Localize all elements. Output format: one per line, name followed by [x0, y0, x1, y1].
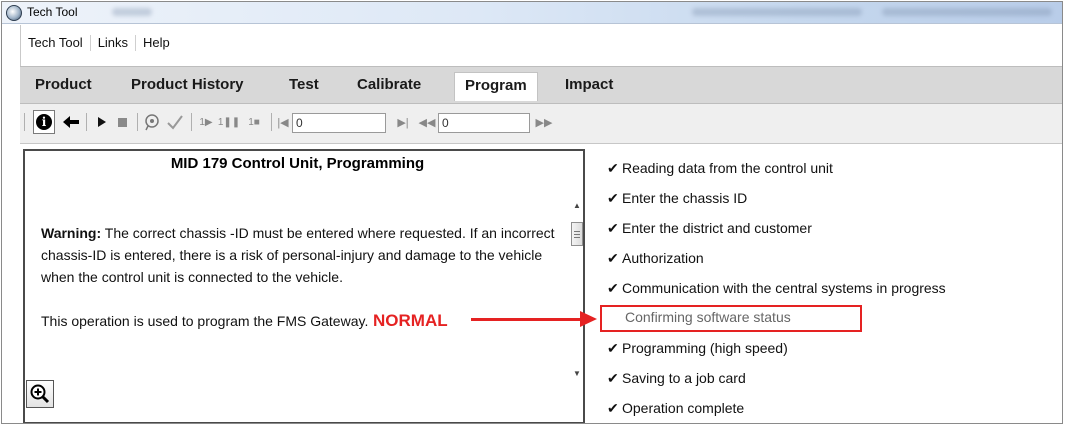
step-label: Reading data from the control unit [622, 160, 833, 176]
step-label: Operation complete [622, 400, 745, 416]
first-icon[interactable]: |◀ [276, 111, 290, 133]
panel-body: Warning: The correct chassis -ID must be… [41, 222, 561, 354]
highlight-box [600, 305, 862, 332]
step-play-icon[interactable]: 1▶ [197, 111, 215, 133]
toolbar-separator [137, 113, 138, 131]
check-icon[interactable] [165, 111, 185, 133]
menu-item-links[interactable]: Links [91, 35, 137, 51]
arrow-head-icon [580, 311, 597, 327]
tab-product-history[interactable]: Product History [131, 76, 244, 93]
rewind-icon[interactable]: ◀◀ [418, 111, 436, 133]
tab-calibrate[interactable]: Calibrate [357, 76, 421, 93]
warning-paragraph: Warning: The correct chassis -ID must be… [41, 222, 561, 288]
info-button[interactable]: i [33, 110, 55, 134]
step-label: Programming (high speed) [622, 340, 788, 356]
stop-icon[interactable] [114, 111, 130, 133]
step-item: ✔ Enter the chassis ID [607, 190, 747, 207]
toolbar: i 1▶ 1❚❚ 1■ |◀ ▶| ◀◀ ▶▶ [20, 104, 1062, 144]
step-label: Enter the district and customer [622, 220, 812, 236]
grip-icon [574, 230, 580, 238]
check-mark-icon: ✔ [607, 280, 619, 296]
step-label: Enter the chassis ID [622, 190, 748, 206]
check-mark-icon: ✔ [607, 400, 619, 416]
scroll-down-icon[interactable]: ▼ [573, 369, 581, 378]
step-item: ✔ Enter the district and customer [607, 220, 812, 237]
app-logo-icon [6, 5, 22, 21]
title-bar: Tech Tool [2, 2, 1062, 24]
check-mark-icon: ✔ [607, 370, 619, 386]
check-mark-icon: ✔ [607, 250, 619, 266]
check-mark-icon: ✔ [607, 220, 619, 236]
menu-item-tech-tool[interactable]: Tech Tool [21, 35, 91, 51]
zoom-button[interactable] [26, 380, 54, 408]
menu-bar: Tech Tool Links Help [20, 25, 1062, 66]
check-mark-icon: ✔ [607, 160, 619, 176]
toolbar-separator [24, 113, 25, 131]
tab-test[interactable]: Test [289, 76, 319, 93]
step-label: Saving to a job card [622, 370, 746, 386]
tab-impact[interactable]: Impact [565, 76, 613, 93]
scroll-thumb[interactable] [571, 222, 583, 246]
step-label: Communication with the central systems i… [622, 280, 946, 296]
panel-title: MID 179 Control Unit, Programming [170, 155, 425, 172]
blurred-title-area [112, 8, 152, 16]
tab-product[interactable]: Product [35, 76, 92, 93]
step-stop-icon[interactable]: 1■ [244, 111, 264, 133]
blurred-title-area [882, 8, 1052, 16]
back-arrow-icon[interactable] [60, 111, 82, 133]
check-mark-icon: ✔ [607, 340, 619, 356]
annotation-label: NORMAL [373, 311, 448, 330]
window-title: Tech Tool [27, 5, 78, 19]
step-pause-icon[interactable]: 1❚❚ [218, 111, 240, 133]
zoom-in-icon [30, 384, 50, 404]
step-item: ✔ Programming (high speed) [607, 340, 788, 357]
toolbar-separator [271, 113, 272, 131]
blurred-title-area [692, 8, 862, 16]
position-input[interactable] [292, 113, 386, 133]
check-mark-icon: ✔ [607, 190, 619, 206]
play-icon[interactable] [94, 111, 110, 133]
annotation-arrow [471, 318, 583, 321]
step-item: ✔ Authorization [607, 250, 704, 267]
vertical-scrollbar[interactable]: ▲ ▼ [570, 193, 585, 383]
tab-bar: Product Product History Test Calibrate P… [20, 66, 1062, 104]
speed-input[interactable] [438, 113, 530, 133]
warning-label: Warning: [41, 225, 102, 241]
toolbar-separator [191, 113, 192, 131]
fast-forward-icon[interactable]: ▶▶ [535, 111, 553, 133]
step-label: Authorization [622, 250, 704, 266]
observe-icon[interactable] [142, 111, 162, 133]
description-panel: MID 179 Control Unit, Programming Warnin… [23, 149, 585, 423]
scroll-up-icon[interactable]: ▲ [573, 201, 581, 210]
application-window: Tech Tool Tech Tool Links Help Product P… [1, 1, 1063, 424]
last-icon[interactable]: ▶| [396, 111, 410, 133]
step-item: ✔ Reading data from the control unit [607, 160, 833, 177]
toolbar-separator [86, 113, 87, 131]
step-item: ✔ Saving to a job card [607, 370, 746, 387]
info-paragraph: This operation is used to program the FM… [41, 313, 369, 329]
info-icon: i [36, 114, 52, 130]
tab-program[interactable]: Program [454, 72, 538, 101]
menu-item-help[interactable]: Help [136, 35, 177, 51]
step-item: ✔ Communication with the central systems … [607, 280, 946, 297]
step-item: ✔ Operation complete [607, 400, 744, 417]
warning-text: The correct chassis -ID must be entered … [41, 225, 555, 285]
